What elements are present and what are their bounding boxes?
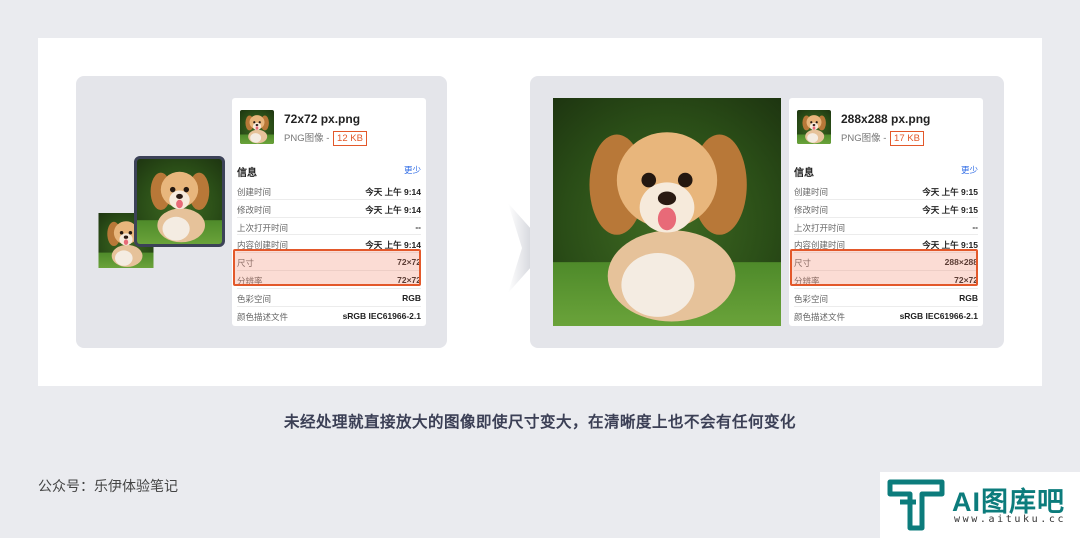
file-type: PNG图像 -	[841, 133, 890, 144]
row-value: sRGB IEC61966-2.1	[342, 310, 421, 321]
file-name: 288x288 px.png	[841, 112, 931, 126]
file-type: PNG图像 -	[284, 133, 333, 144]
row-label: 色彩空间	[794, 293, 829, 304]
row-label: 颜色描述文件	[237, 311, 289, 322]
info-row: 创建时间 今天 上午 9:15	[794, 182, 978, 200]
file-meta: PNG图像 - 12 KB	[284, 130, 367, 146]
info-row: 创建时间 今天 上午 9:14	[237, 182, 421, 200]
left-comparison-panel: 72x72 px.png PNG图像 - 12 KB 信息 更少 创建时间今天 …	[76, 76, 447, 348]
row-label: 上次打开时间	[794, 222, 846, 233]
brand-logo-icon	[887, 479, 945, 531]
info-row: 颜色描述文件 sRGB IEC61966-2.1	[794, 307, 978, 325]
caption: 未经处理就直接放大的图像即使尺寸变大，在清晰度上也不会有任何变化	[283, 412, 796, 431]
dimension-highlight-box	[233, 249, 421, 286]
info-row: 上次打开时间 --	[237, 218, 421, 236]
file-header: 72x72 px.png PNG图像 - 12 KB	[240, 110, 420, 150]
info-row: 色彩空间 RGB	[794, 289, 978, 307]
file-meta: PNG图像 - 17 KB	[841, 130, 924, 146]
section-title: 信息	[794, 168, 814, 179]
show-less-link[interactable]: 更少	[961, 164, 978, 176]
row-value: 今天 上午 9:15	[922, 204, 978, 215]
file-size-highlight: 12 KB	[333, 131, 367, 146]
row-label: 修改时间	[794, 204, 829, 215]
info-row: 上次打开时间 --	[794, 218, 978, 236]
row-value: --	[972, 221, 978, 232]
file-name: 72x72 px.png	[284, 112, 361, 126]
row-value: sRGB IEC61966-2.1	[899, 310, 978, 321]
row-value: 今天 上午 9:14	[365, 204, 421, 215]
row-label: 颜色描述文件	[794, 311, 846, 322]
file-info-window: 72x72 px.png PNG图像 - 12 KB 信息 更少 创建时间今天 …	[232, 98, 426, 326]
row-value: RGB	[959, 292, 978, 303]
file-thumbnail	[797, 110, 831, 144]
section-title: 信息	[237, 168, 257, 179]
row-value: 今天 上午 9:14	[365, 187, 421, 197]
row-label: 创建时间	[237, 187, 272, 197]
watermark-logo: AI图库吧 www.aituku.cc	[880, 472, 1080, 538]
row-label: 创建时间	[794, 187, 829, 197]
dimension-highlight-box	[790, 249, 978, 286]
row-value: RGB	[402, 292, 421, 303]
info-row: 修改时间 今天 上午 9:15	[794, 200, 978, 218]
row-value: 今天 上午 9:15	[922, 187, 978, 197]
file-size-highlight: 17 KB	[890, 131, 924, 146]
account-label: 公众号：乐伊体验笔记	[38, 478, 178, 494]
row-value: --	[415, 221, 421, 232]
info-row: 色彩空间 RGB	[237, 289, 421, 307]
info-section-header: 信息 更少	[794, 164, 978, 179]
row-label: 色彩空间	[237, 293, 272, 304]
file-info-window: 288x288 px.png PNG图像 - 17 KB 信息 更少 创建时间今…	[789, 98, 983, 326]
show-less-link[interactable]: 更少	[404, 164, 421, 176]
info-row: 颜色描述文件 sRGB IEC61966-2.1	[237, 307, 421, 325]
info-section-header: 信息 更少	[237, 164, 421, 179]
file-thumbnail	[240, 110, 274, 144]
row-label: 上次打开时间	[237, 222, 289, 233]
enlarged-puppy-image	[134, 156, 225, 247]
right-comparison-panel: 288x288 px.png PNG图像 - 17 KB 信息 更少 创建时间今…	[530, 76, 1004, 348]
brand-url: www.aituku.cc	[954, 514, 1067, 525]
info-row: 修改时间 今天 上午 9:14	[237, 200, 421, 218]
row-label: 修改时间	[237, 204, 272, 215]
file-header: 288x288 px.png PNG图像 - 17 KB	[797, 110, 977, 150]
comparison-stage: 72x72 px.png PNG图像 - 12 KB 信息 更少 创建时间今天 …	[38, 38, 1042, 386]
upscaled-puppy-image	[552, 98, 782, 326]
